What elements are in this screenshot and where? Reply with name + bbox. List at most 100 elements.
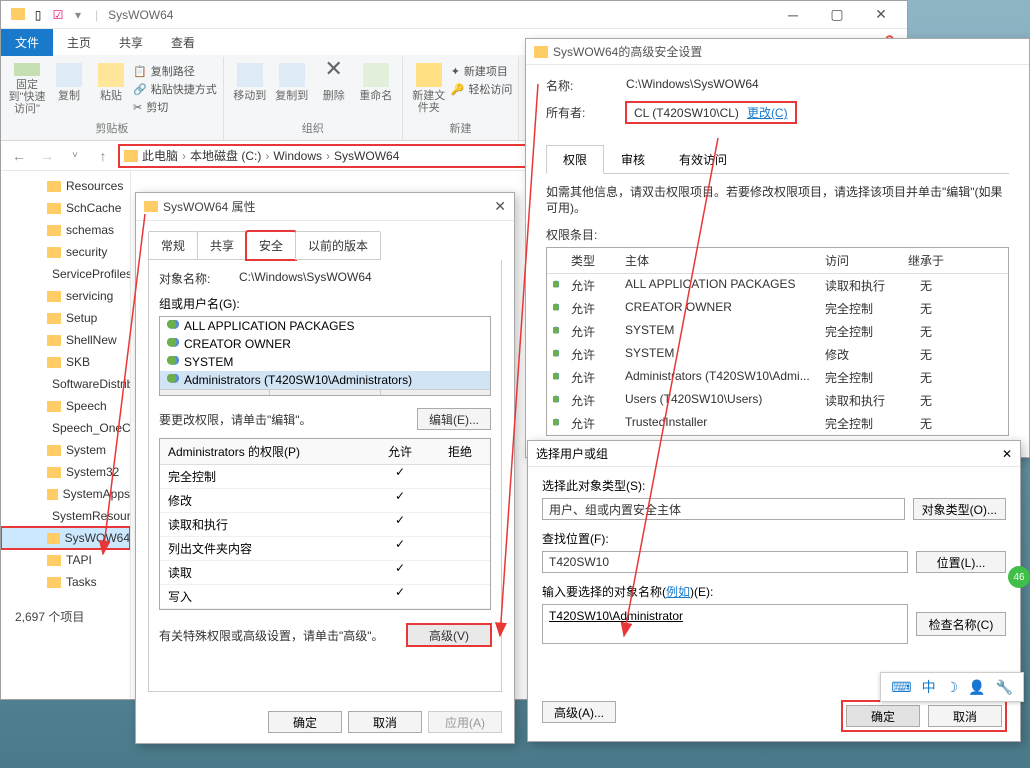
table-row[interactable]: 允许ALL APPLICATION PACKAGES读取和执行无 (547, 274, 1008, 297)
change-owner-link[interactable]: 更改(C) (747, 104, 788, 121)
tab-share[interactable]: 共享 (105, 29, 157, 56)
list-item[interactable]: ALL APPLICATION PACKAGES (160, 317, 490, 335)
easyaccess-button[interactable]: 🔑轻松访问 (451, 81, 513, 97)
tree-item[interactable]: SystemResources (1, 505, 130, 527)
breadcrumb-segment[interactable]: Windows (273, 149, 322, 163)
scrollbar[interactable]: ◂▸ (160, 389, 490, 396)
tree-item[interactable]: Speech (1, 395, 130, 417)
close-icon[interactable]: ✕ (494, 198, 506, 215)
col-access[interactable]: 访问 (819, 248, 899, 273)
tray-item[interactable]: ⌨ (891, 679, 911, 696)
permission-row: 读取✓ (160, 561, 490, 585)
apply-button[interactable]: 应用(A) (428, 711, 502, 733)
newitem-button[interactable]: ✦新建项目 (451, 63, 513, 79)
breadcrumb-segment[interactable]: 本地磁盘 (C:) (190, 147, 261, 164)
copy-path-button[interactable]: 📋复制路径 (133, 63, 217, 79)
perm-deny-check (430, 561, 490, 584)
file-tab[interactable]: 文件 (1, 29, 53, 56)
qat-checkbox-icon[interactable]: ☑ (51, 8, 65, 22)
newfolder-button[interactable]: 新建文件夹 (409, 59, 449, 115)
tree-item[interactable]: ServiceProfiles (1, 263, 130, 285)
tab[interactable]: 以前的版本 (295, 231, 381, 260)
green-badge[interactable]: 46 (1008, 566, 1030, 588)
paste-button[interactable]: 粘贴 (91, 59, 131, 115)
list-item[interactable]: Administrators (T420SW10\Administrators) (160, 371, 490, 389)
tab[interactable]: 安全 (246, 231, 296, 260)
tree-item[interactable]: Resources (1, 175, 130, 197)
copyto-button[interactable]: 复制到 (272, 59, 312, 115)
moveto-button[interactable]: 移动到 (230, 59, 270, 115)
col-inherit[interactable]: 继承于 (899, 248, 953, 273)
breadcrumb-segment[interactable]: SysWOW64 (334, 149, 399, 163)
ok-button[interactable]: 确定 (268, 711, 342, 733)
cut-button[interactable]: ✂剪切 (133, 99, 217, 115)
paste-shortcut-button[interactable]: 🔗粘贴快捷方式 (133, 81, 217, 97)
tree-item[interactable]: SystemApps (1, 483, 130, 505)
list-item[interactable]: CREATOR OWNER (160, 335, 490, 353)
tree-item[interactable]: Setup (1, 307, 130, 329)
tree-item[interactable]: TAPI (1, 549, 130, 571)
tray-item[interactable]: 👤 (968, 679, 985, 696)
example-link[interactable]: 例如 (666, 585, 690, 599)
system-tray-widget[interactable]: ⌨ 中 ☽ 👤 🔧 (880, 672, 1024, 702)
qat-dropdown-icon[interactable]: ▾ (71, 8, 85, 22)
tree-item[interactable]: System (1, 439, 130, 461)
tab-home[interactable]: 主页 (53, 29, 105, 56)
advanced-button[interactable]: 高级(V) (407, 624, 491, 646)
list-item[interactable]: SYSTEM (160, 353, 490, 371)
tree-item[interactable]: System32 (1, 461, 130, 483)
nav-forward-button[interactable]: → (35, 144, 59, 168)
groups-listbox[interactable]: ALL APPLICATION PACKAGESCREATOR OWNERSYS… (159, 316, 491, 396)
properties-tabs: 常规共享安全以前的版本 (136, 221, 514, 260)
tree-item[interactable]: Tasks (1, 571, 130, 593)
maximize-button[interactable]: ▢ (815, 2, 859, 28)
object-name-input[interactable]: T420SW10\Administrator (542, 604, 908, 644)
ok-button[interactable]: 确定 (846, 705, 920, 727)
qat-item[interactable]: ▯ (31, 8, 45, 22)
tab[interactable]: 共享 (197, 231, 247, 260)
table-row[interactable]: 允许CREATOR OWNER完全控制无 (547, 297, 1008, 320)
col-principal[interactable]: 主体 (619, 248, 819, 273)
tray-item[interactable]: ☽ (946, 679, 959, 696)
cancel-button[interactable]: 取消 (928, 705, 1002, 727)
tab-view[interactable]: 查看 (157, 29, 209, 56)
copy-button[interactable]: 复制 (49, 59, 89, 115)
object-types-button[interactable]: 对象类型(O)... (913, 498, 1006, 520)
nav-up-button[interactable]: ↑ (91, 144, 115, 168)
tray-item[interactable]: 中 (922, 677, 936, 697)
close-button[interactable]: ✕ (859, 2, 903, 28)
tab[interactable]: 有效访问 (662, 145, 744, 173)
tree-item[interactable]: SysWOW64 (1, 527, 130, 549)
tab[interactable]: 常规 (148, 231, 198, 260)
nav-recent-button[interactable]: ˅ (63, 144, 87, 168)
table-row[interactable]: 允许TrustedInstaller完全控制无 (547, 412, 1008, 435)
cancel-button[interactable]: 取消 (348, 711, 422, 733)
locations-button[interactable]: 位置(L)... (916, 551, 1006, 573)
tree-item[interactable]: security (1, 241, 130, 263)
table-row[interactable]: 允许SYSTEM完全控制无 (547, 320, 1008, 343)
col-type[interactable]: 类型 (565, 248, 619, 273)
minimize-button[interactable]: ─ (771, 2, 815, 28)
table-row[interactable]: 允许SYSTEM修改无 (547, 343, 1008, 366)
tree-item[interactable]: SoftwareDistribution (1, 373, 130, 395)
table-row[interactable]: 允许Administrators (T420SW10\Admi...完全控制无 (547, 366, 1008, 389)
tree-item[interactable]: SchCache (1, 197, 130, 219)
tree-item[interactable]: servicing (1, 285, 130, 307)
table-row[interactable]: 允许Users (T420SW10\Users)读取和执行无 (547, 389, 1008, 412)
breadcrumb-segment[interactable]: 此电脑 (142, 147, 178, 164)
rename-button[interactable]: 重命名 (356, 59, 396, 115)
tree-item[interactable]: Speech_OneCore (1, 417, 130, 439)
close-icon[interactable]: ✕ (1002, 447, 1012, 461)
pin-quick-access-button[interactable]: 固定到"快速访问" (7, 59, 47, 115)
tree-item[interactable]: schemas (1, 219, 130, 241)
nav-back-button[interactable]: ← (7, 144, 31, 168)
check-names-button[interactable]: 检查名称(C) (916, 612, 1006, 636)
delete-button[interactable]: ✕删除 (314, 59, 354, 115)
edit-button[interactable]: 编辑(E)... (417, 408, 491, 430)
tab[interactable]: 审核 (604, 145, 662, 173)
tab[interactable]: 权限 (546, 145, 604, 174)
tree-item[interactable]: ShellNew (1, 329, 130, 351)
advanced-button[interactable]: 高级(A)... (542, 701, 616, 723)
tray-item[interactable]: 🔧 (996, 679, 1013, 696)
tree-item[interactable]: SKB (1, 351, 130, 373)
